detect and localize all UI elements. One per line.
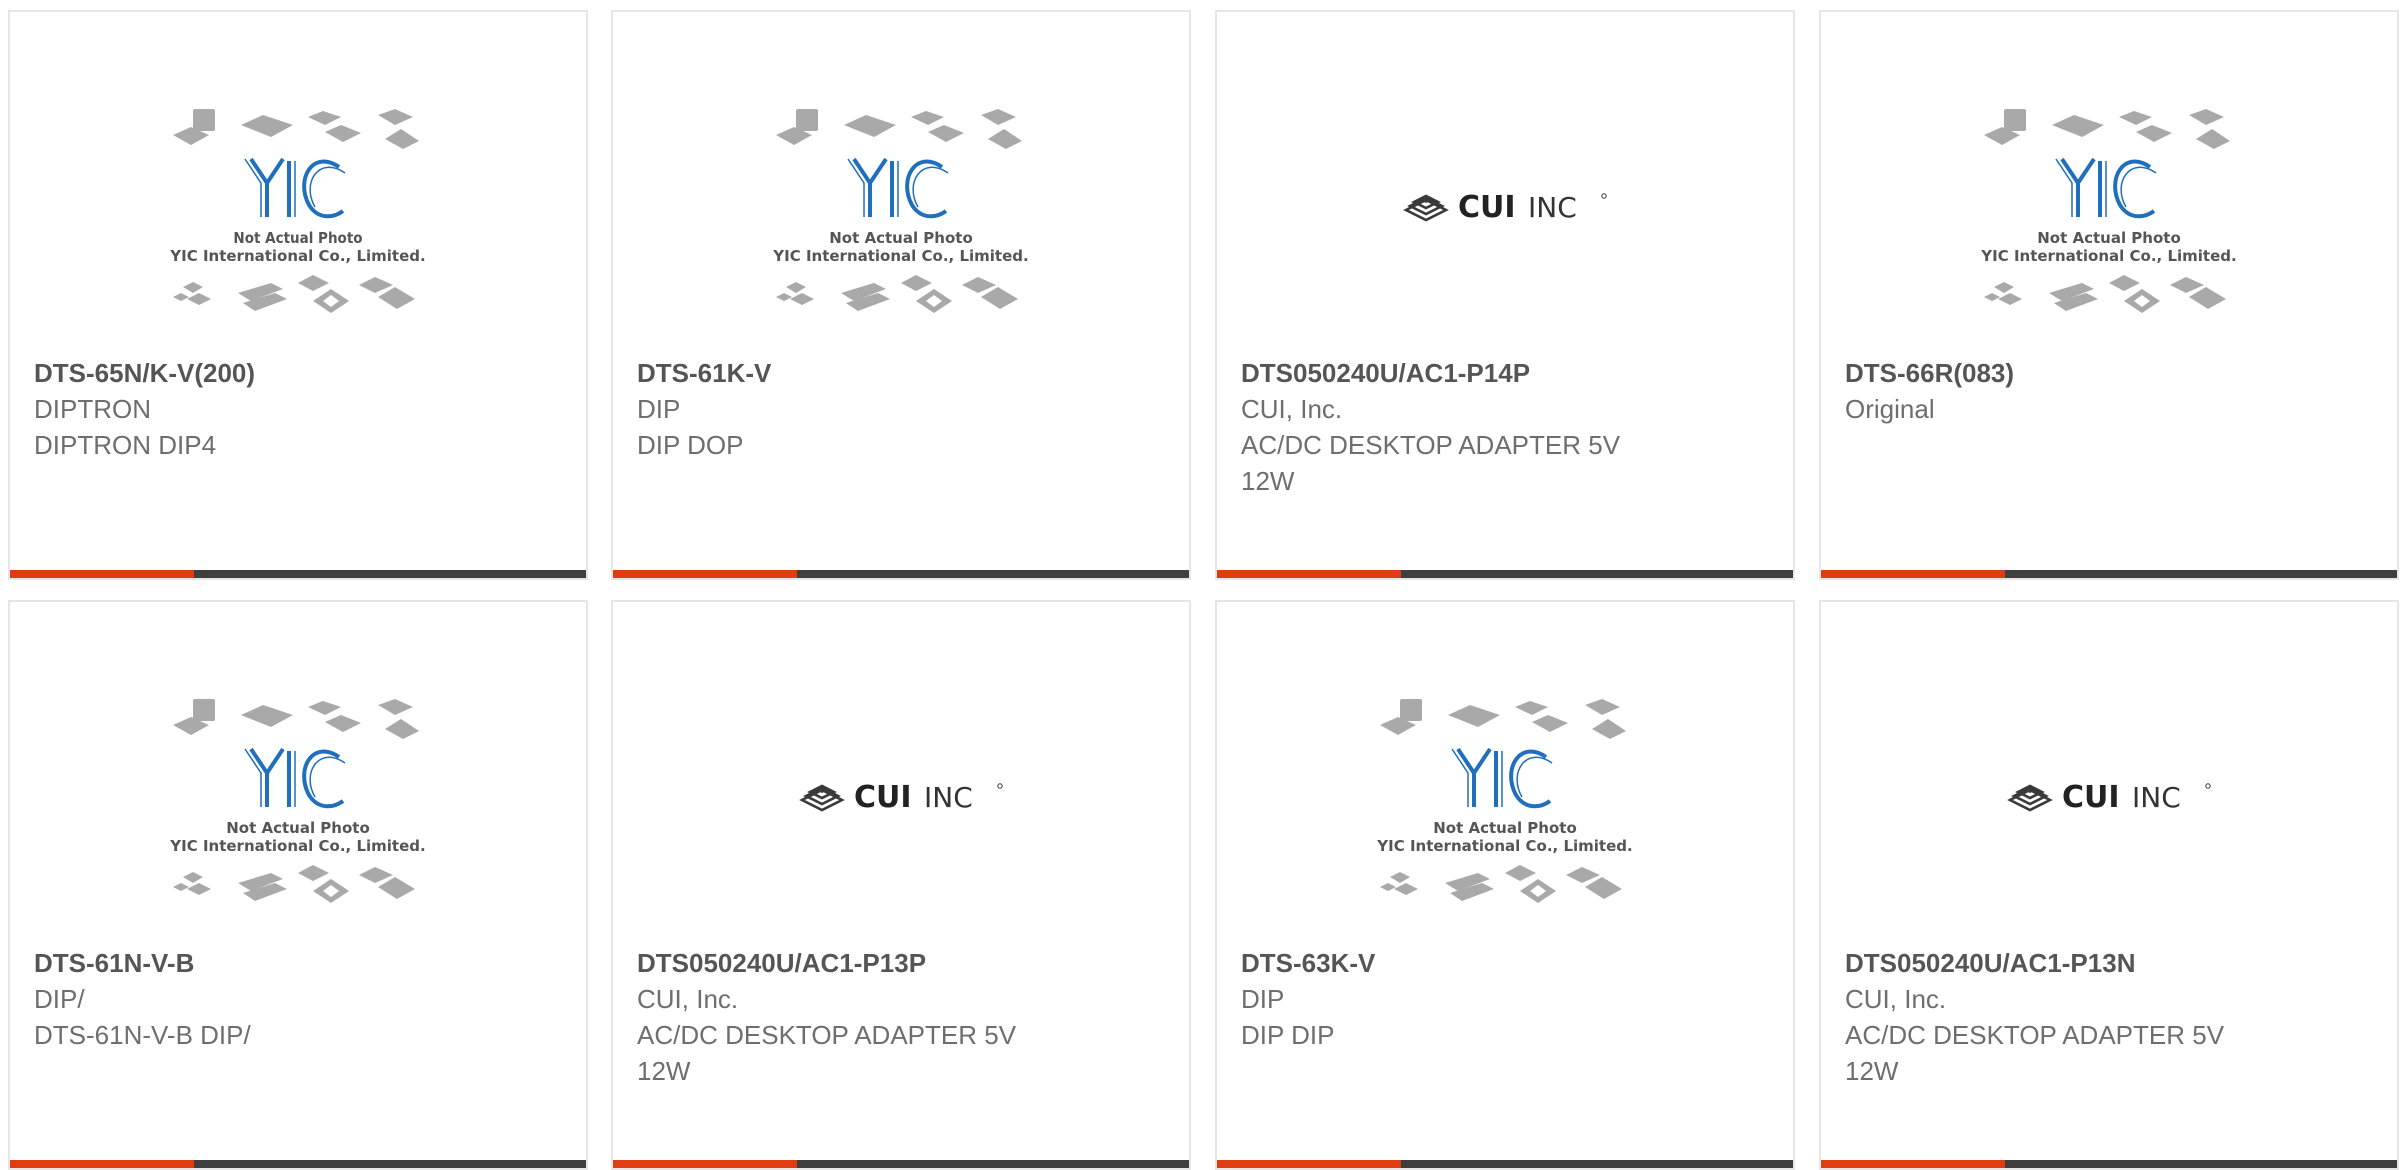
product-card[interactable]: Not Actual Photo YIC International Co., … — [1215, 600, 1795, 1170]
part-number[interactable]: DTS-61K-V — [637, 355, 1165, 391]
card-footer-accent — [1217, 570, 1401, 578]
card-footer-accent — [1821, 570, 2005, 578]
part-number[interactable]: DTS-66R(083) — [1845, 355, 2373, 391]
manufacturer: CUI, Inc. — [1845, 984, 1947, 1014]
card-footer-bar — [1821, 570, 2397, 578]
manufacturer: DIP — [637, 394, 681, 424]
part-number[interactable]: DTS-61N-V-B — [34, 945, 562, 981]
svg-text:YIC International Co., Limited: YIC International Co., Limited. — [1980, 247, 2236, 265]
svg-text:CUI: CUI — [2062, 780, 2120, 815]
svg-text:Not Actual Photo: Not Actual Photo — [829, 229, 973, 247]
part-number[interactable]: DTS-65N/K-V(200) — [34, 355, 562, 391]
card-footer-bar — [10, 570, 586, 578]
yic-placeholder-image: Not Actual Photo YIC International Co., … — [169, 109, 426, 313]
product-image[interactable]: CUI INC — [613, 652, 1189, 942]
card-footer-bar — [1217, 570, 1793, 578]
description: AC/DC DESKTOP ADAPTER 5V 12W — [1241, 430, 1621, 496]
description: DIPTRON DIP4 — [34, 430, 217, 460]
svg-text:YIC International Co., Limited: YIC International Co., Limited. — [772, 247, 1028, 265]
svg-text:INC: INC — [2132, 781, 2181, 814]
svg-text:CUI: CUI — [1458, 190, 1516, 225]
svg-text:Not Actual Photo: Not Actual Photo — [2037, 229, 2181, 247]
card-footer-accent — [613, 570, 797, 578]
product-card[interactable]: CUI INC DTS050240U/AC1-P13P CUI, Inc. AC… — [611, 600, 1191, 1170]
description: AC/DC DESKTOP ADAPTER 5V 12W — [637, 1020, 1017, 1086]
yic-placeholder-image: Not Actual Photo YIC International Co., … — [772, 109, 1029, 313]
svg-text:YIC International Co., Limited: YIC International Co., Limited. — [169, 837, 425, 855]
product-image[interactable]: Not Actual Photo YIC International Co., … — [1217, 652, 1793, 942]
yic-placeholder-image: Not Actual Photo YIC International Co., … — [1980, 109, 2237, 313]
cui-logo-image: CUI INC — [799, 780, 1003, 815]
svg-text:Not Actual Photo: Not Actual Photo — [1433, 819, 1577, 837]
part-number[interactable]: DTS050240U/AC1-P13N — [1845, 945, 2373, 981]
part-number[interactable]: DTS050240U/AC1-P13P — [637, 945, 1165, 981]
product-image[interactable]: Not Actual Photo YIC International Co., … — [10, 652, 586, 942]
product-image[interactable]: Not Actual Photo YIC International Co., … — [613, 62, 1189, 352]
description: DIP DOP — [637, 430, 744, 460]
manufacturer: DIP — [1241, 984, 1285, 1014]
product-card[interactable]: CUI INC DTS050240U/AC1-P14P CUI, Inc. AC… — [1215, 10, 1795, 580]
manufacturer: CUI, Inc. — [637, 984, 739, 1014]
description: DTS-61N-V-B DIP/ — [34, 1020, 251, 1050]
cui-logo-image: CUI INC — [2007, 780, 2211, 815]
svg-text:CUI: CUI — [854, 780, 912, 815]
part-number[interactable]: DTS-63K-V — [1241, 945, 1769, 981]
description: AC/DC DESKTOP ADAPTER 5V 12W — [1845, 1020, 2225, 1086]
part-number[interactable]: DTS050240U/AC1-P14P — [1241, 355, 1769, 391]
manufacturer: Original — [1845, 394, 1935, 424]
card-footer-accent — [10, 570, 194, 578]
product-image[interactable]: CUI INC — [1217, 62, 1793, 352]
product-image[interactable]: CUI INC — [1821, 652, 2397, 942]
product-image[interactable]: Not Actual Photo YIC International Co., … — [10, 62, 586, 352]
yic-placeholder-image: Not Actual Photo YIC International Co., … — [1376, 699, 1633, 903]
product-grid: Not Actual Photo YIC International Co., … — [0, 0, 2400, 1170]
svg-text:Not Actual Photo: Not Actual Photo — [233, 229, 362, 247]
manufacturer: CUI, Inc. — [1241, 394, 1343, 424]
card-footer-bar — [613, 570, 1189, 578]
product-card[interactable]: Not Actual Photo YIC International Co., … — [8, 600, 588, 1170]
description: DIP DIP — [1241, 1020, 1335, 1050]
product-card[interactable]: Not Actual Photo YIC International Co., … — [8, 10, 588, 580]
cui-logo-image: CUI INC — [1403, 190, 1607, 225]
manufacturer: DIPTRON — [34, 394, 151, 424]
product-image[interactable]: Not Actual Photo YIC International Co., … — [1821, 62, 2397, 352]
manufacturer: DIP/ — [34, 984, 85, 1014]
product-card[interactable]: Not Actual Photo YIC International Co., … — [611, 10, 1191, 580]
yic-placeholder-image: Not Actual Photo YIC International Co., … — [169, 699, 426, 903]
product-card[interactable]: Not Actual Photo YIC International Co., … — [1819, 10, 2399, 580]
svg-text:Not Actual Photo: Not Actual Photo — [226, 819, 370, 837]
svg-text:YIC International Co., Limited: YIC International Co., Limited. — [169, 247, 425, 265]
product-card[interactable]: CUI INC DTS050240U/AC1-P13N CUI, Inc. AC… — [1819, 600, 2399, 1170]
svg-text:INC: INC — [1528, 191, 1577, 224]
svg-text:YIC International Co., Limited: YIC International Co., Limited. — [1376, 837, 1632, 855]
svg-text:INC: INC — [924, 781, 973, 814]
